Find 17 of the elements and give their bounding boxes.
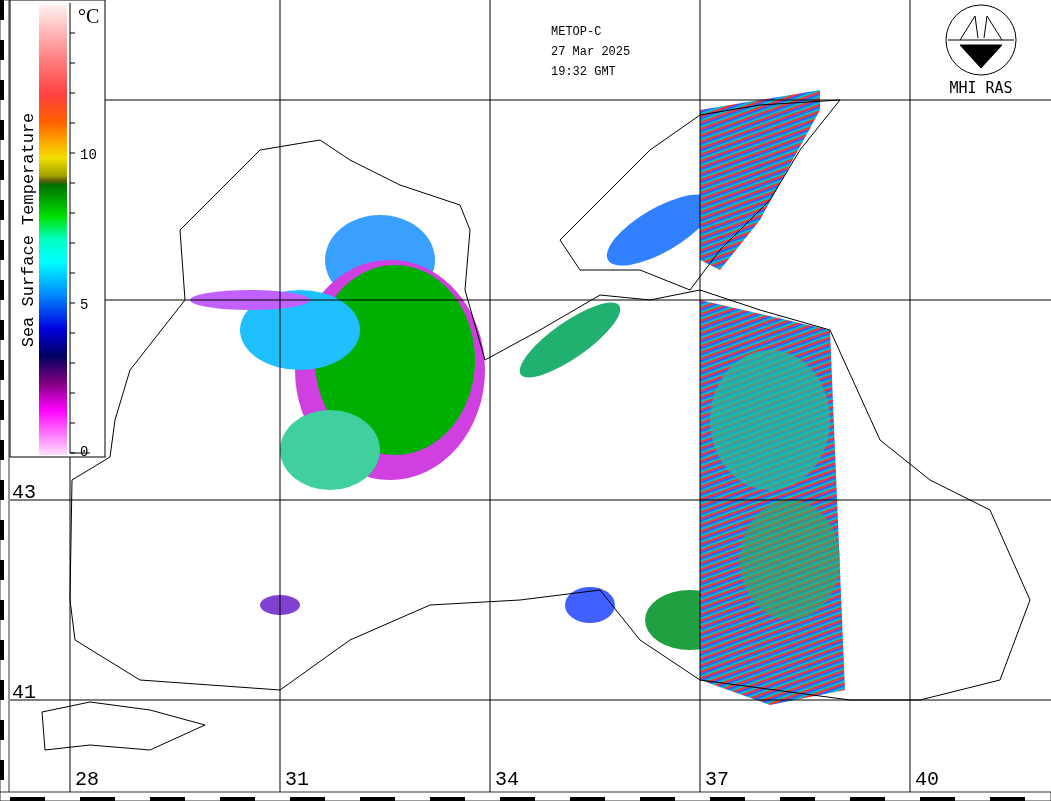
scale-value: 10	[80, 147, 97, 163]
unit-label: °C	[78, 5, 100, 27]
latitude-label: 41	[12, 681, 36, 704]
institute-logo-icon	[945, 4, 1017, 76]
logo-text: MHI RAS	[949, 79, 1013, 97]
latitude-label: 43	[12, 481, 36, 504]
date-label: 27 Mar 2025	[551, 45, 631, 59]
longitude-label: 28	[75, 768, 99, 791]
legend-title: Sea Surface Temperature	[19, 112, 38, 348]
scale-value: 0	[80, 444, 89, 460]
longitude-label: 37	[705, 768, 729, 791]
longitude-label: 40	[915, 768, 939, 791]
time-label: 19:32 GMT	[551, 65, 616, 79]
longitude-label: 34	[495, 768, 519, 791]
longitude-label: 31	[285, 768, 309, 791]
satellite-name: METOP-C	[551, 25, 602, 39]
scale-value: 5	[80, 297, 89, 313]
